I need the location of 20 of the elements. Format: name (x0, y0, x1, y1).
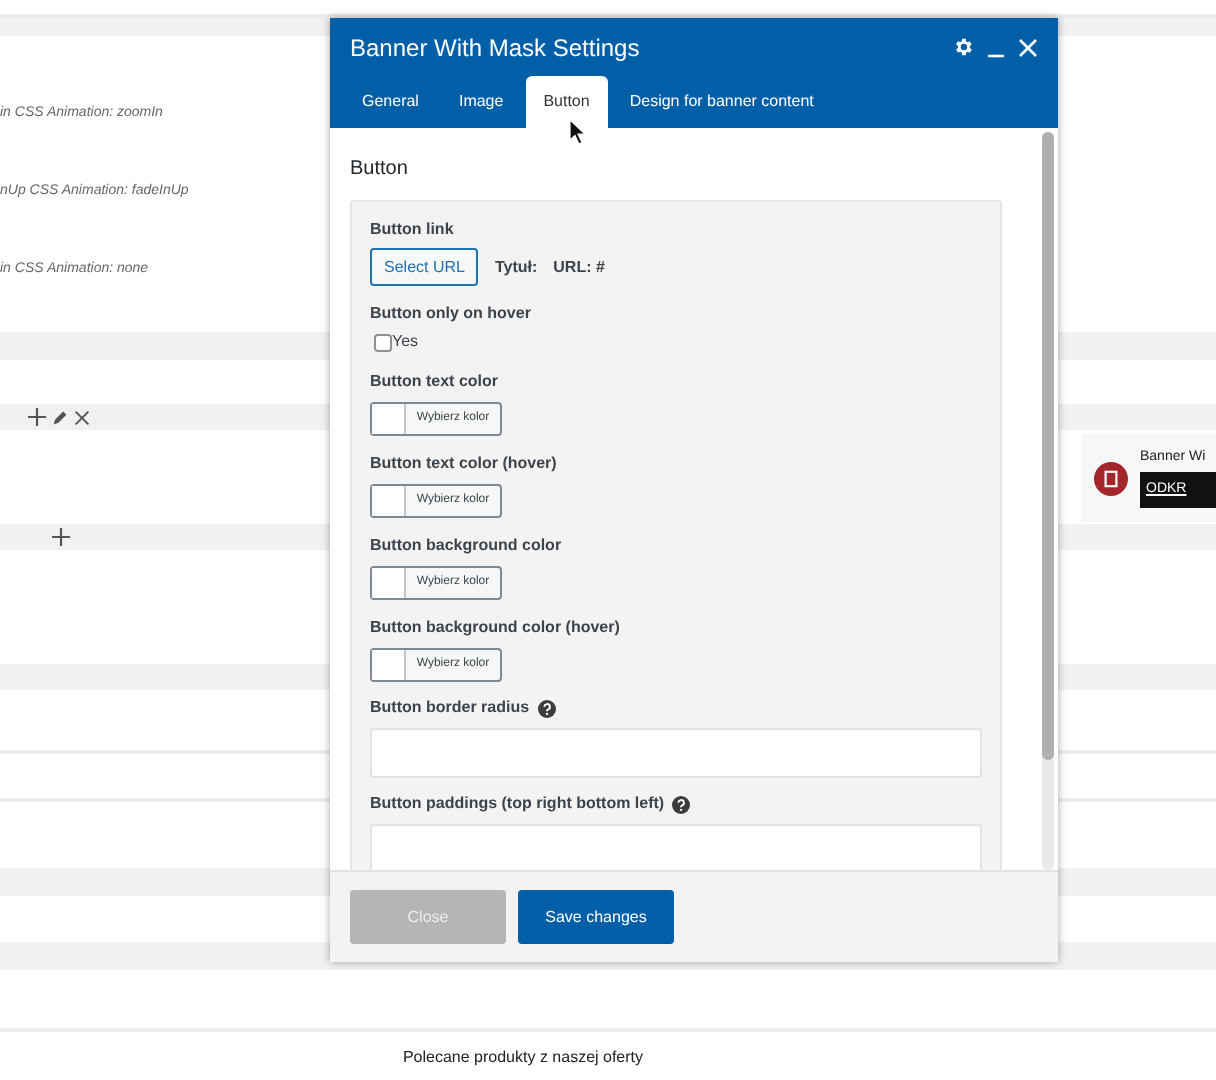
field-label: Button link (370, 218, 454, 242)
field-label: Button background color (hover) (370, 616, 620, 640)
field-label: Button text color (hover) (370, 452, 557, 476)
field-label: Button background color (370, 534, 562, 558)
tab[interactable]: Design for banner content (611, 76, 832, 128)
url-label: URL: # (553, 255, 605, 279)
title-label: Tytuł: (494, 255, 538, 279)
tab[interactable]: Button (525, 76, 608, 128)
save-button[interactable]: Save changes (518, 890, 674, 944)
dialog-title: Banner With Mask Settings (350, 31, 642, 65)
field-label: Button paddings (top right bottom left) (370, 792, 665, 816)
field-label: Button border radius (370, 696, 530, 720)
field-label: Button text color (370, 370, 498, 394)
tab[interactable]: Image (440, 76, 522, 128)
tab[interactable]: General (344, 76, 437, 128)
field-label: Button only on hover (370, 302, 531, 326)
section-title: Button (350, 156, 410, 184)
section-heading: Polecane produkty z naszej oferty (402, 1045, 644, 1069)
checkbox-label: Yes (392, 330, 419, 354)
select-url-button[interactable]: Select URL (370, 248, 479, 286)
